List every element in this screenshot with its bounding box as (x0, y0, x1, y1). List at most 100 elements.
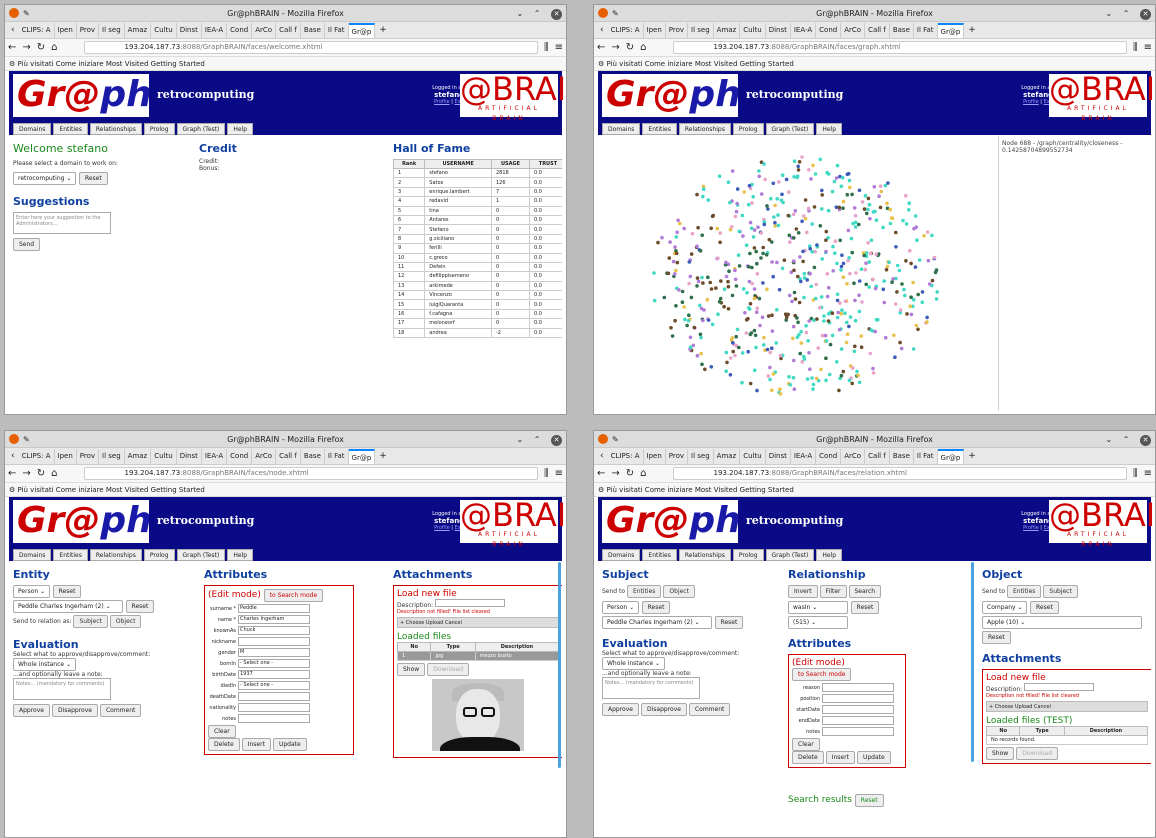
graph-node[interactable] (815, 317, 819, 321)
clear-button[interactable]: Clear (792, 738, 820, 751)
graph-node[interactable] (762, 343, 766, 347)
graph-node[interactable] (791, 324, 796, 329)
menu-item[interactable]: Prolog (732, 123, 764, 135)
menu-item[interactable]: Graph (Test) (765, 123, 815, 135)
graph-node[interactable] (719, 279, 723, 283)
graph-node[interactable] (824, 229, 829, 234)
table-row[interactable]: 1 jpg mezzo busto (396, 650, 560, 662)
graph-node[interactable] (831, 269, 835, 273)
graph-node[interactable] (859, 334, 864, 338)
graph-node[interactable] (824, 238, 828, 242)
browser-tab[interactable]: Il seg (688, 448, 714, 464)
graph-node[interactable] (775, 260, 779, 265)
reset-button[interactable]: Reset (850, 601, 880, 614)
column-header[interactable]: USERNAME (424, 159, 492, 169)
graph-node[interactable] (689, 252, 694, 256)
show-button[interactable]: Show (397, 663, 426, 677)
graph-node[interactable] (913, 265, 918, 269)
browser-tab[interactable]: Cultu (740, 448, 766, 464)
browser-tab[interactable]: Prov (77, 448, 100, 464)
graph-node[interactable] (764, 253, 769, 257)
graph-node[interactable] (740, 351, 745, 355)
graph-node[interactable] (687, 260, 692, 264)
graph-node[interactable] (815, 243, 819, 247)
forward-icon[interactable]: → (22, 42, 30, 53)
graph-node[interactable] (798, 255, 802, 259)
browser-tab[interactable]: Il Fat (914, 22, 938, 38)
browser-tab[interactable]: Cond (227, 448, 253, 464)
graph-node[interactable] (793, 297, 798, 301)
menu-item[interactable]: Relationships (678, 123, 731, 135)
column-header[interactable]: TRUST (528, 159, 562, 169)
graph-node[interactable] (809, 284, 813, 289)
to-search-mode-button[interactable]: to Search mode (263, 589, 324, 602)
graph-node[interactable] (774, 341, 778, 345)
graph-node[interactable] (856, 373, 860, 378)
back-icon[interactable]: ← (8, 42, 16, 53)
graph-node[interactable] (759, 192, 764, 196)
menu-item[interactable]: Entities (53, 123, 88, 135)
graph-node[interactable] (873, 286, 878, 291)
graph-node[interactable] (798, 351, 802, 356)
graph-node[interactable] (667, 256, 672, 260)
graph-node[interactable] (895, 263, 900, 268)
download-button[interactable]: Download (1016, 747, 1059, 761)
graph-node[interactable] (709, 226, 713, 231)
graph-node[interactable] (674, 304, 678, 308)
graph-node[interactable] (695, 276, 700, 280)
graph-node[interactable] (706, 318, 711, 322)
browser-tab[interactable]: Il Fat (325, 448, 349, 464)
new-tab-icon[interactable]: + (375, 451, 391, 461)
graph-node[interactable] (703, 367, 707, 372)
library-icon[interactable]: ⫼ (544, 42, 549, 53)
graph-node[interactable] (695, 192, 699, 197)
graph-node[interactable] (930, 233, 934, 238)
menu-item[interactable]: Help (816, 549, 843, 561)
graph-node[interactable] (796, 274, 800, 279)
graph-node[interactable] (833, 239, 838, 243)
bookmarks-bar[interactable]: ⚙ Più visitati Come iniziare Most Visite… (5, 57, 566, 71)
graph-node[interactable] (756, 225, 760, 229)
graph-node[interactable] (866, 207, 870, 212)
graph-node[interactable] (893, 355, 897, 359)
browser-tab[interactable]: CLIPS: A (19, 448, 55, 464)
graph-node[interactable] (761, 245, 765, 250)
relationship-type-select[interactable]: wasIn ⌄ (788, 601, 848, 614)
graph-node[interactable] (890, 216, 895, 220)
graph-node[interactable] (795, 175, 799, 180)
graph-node[interactable] (847, 378, 852, 383)
graph-node[interactable] (806, 206, 811, 211)
scrollbar[interactable] (971, 562, 974, 762)
graph-node[interactable] (802, 276, 807, 280)
url-bar[interactable]: 193.204.187.73:8088/GraphBRAIN/faces/wel… (83, 41, 538, 54)
graph-node[interactable] (853, 225, 858, 229)
graph-node[interactable] (782, 258, 787, 262)
graph-node[interactable] (807, 319, 811, 323)
graph-node[interactable] (898, 308, 903, 312)
graph-node[interactable] (868, 216, 872, 221)
graph-node[interactable] (839, 373, 844, 378)
graph-node[interactable] (853, 318, 858, 323)
browser-tab[interactable]: ArCo (252, 448, 277, 464)
browser-tab[interactable]: Ipen (55, 22, 77, 38)
graph-node[interactable] (912, 226, 916, 231)
bookmarks-bar[interactable]: ⚙ Più visitati Come iniziare Most Visite… (594, 483, 1155, 497)
graph-node[interactable] (867, 285, 871, 289)
graph-node[interactable] (868, 251, 873, 256)
browser-tab[interactable]: Base (301, 22, 325, 38)
forward-icon[interactable]: → (22, 468, 30, 479)
filter-button[interactable]: Filter (819, 585, 847, 598)
attribute-input[interactable] (822, 716, 894, 725)
graph-node[interactable] (795, 316, 799, 320)
graph-node[interactable] (700, 233, 704, 237)
graph-node[interactable] (884, 267, 889, 272)
graph-node[interactable] (841, 275, 846, 279)
graph-node[interactable] (755, 388, 759, 393)
attribute-input[interactable] (238, 714, 310, 723)
menu-item[interactable]: Entities (642, 123, 677, 135)
graph-node[interactable] (751, 195, 755, 199)
graph-node[interactable] (710, 322, 715, 327)
graph-node[interactable] (701, 194, 705, 199)
graph-node[interactable] (810, 250, 814, 254)
graph-node[interactable] (901, 218, 905, 223)
